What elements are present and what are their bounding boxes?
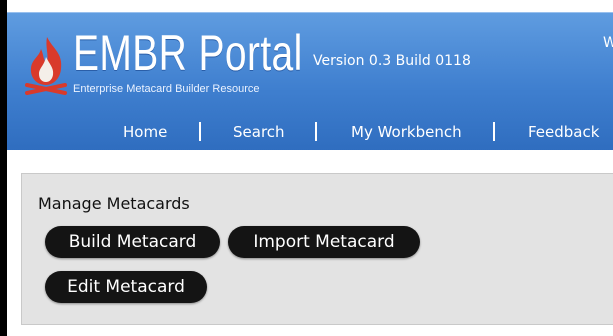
version-label: Version 0.3 Build 0118 (313, 53, 471, 69)
panel-title: Manage Metacards (38, 194, 190, 213)
nav-separator (315, 122, 317, 141)
edit-metacard-button[interactable]: Edit Metacard (45, 271, 207, 303)
import-metacard-button[interactable]: Import Metacard (228, 226, 420, 258)
site-subtitle: Enterprise Metacard Builder Resource (73, 83, 260, 95)
nav-separator (199, 122, 201, 141)
site-title: EMBR Portal (73, 25, 303, 81)
main-nav: Home Search My Workbench Feedback (7, 117, 613, 149)
nav-feedback-link[interactable]: Feedback (528, 123, 599, 141)
nav-home-link[interactable]: Home (123, 123, 167, 141)
manage-metacards-panel: Manage Metacards Build Metacard Import M… (21, 173, 613, 325)
clipped-header-text: W (603, 35, 613, 51)
top-clipped-strip (7, 0, 613, 12)
site-header: EMBR Portal Enterprise Metacard Builder … (7, 12, 613, 151)
nav-my-workbench-link[interactable]: My Workbench (351, 123, 462, 141)
build-metacard-button[interactable]: Build Metacard (45, 226, 220, 258)
nav-separator (493, 122, 495, 141)
flame-logo-icon[interactable] (23, 35, 69, 95)
nav-search-link[interactable]: Search (233, 123, 285, 141)
